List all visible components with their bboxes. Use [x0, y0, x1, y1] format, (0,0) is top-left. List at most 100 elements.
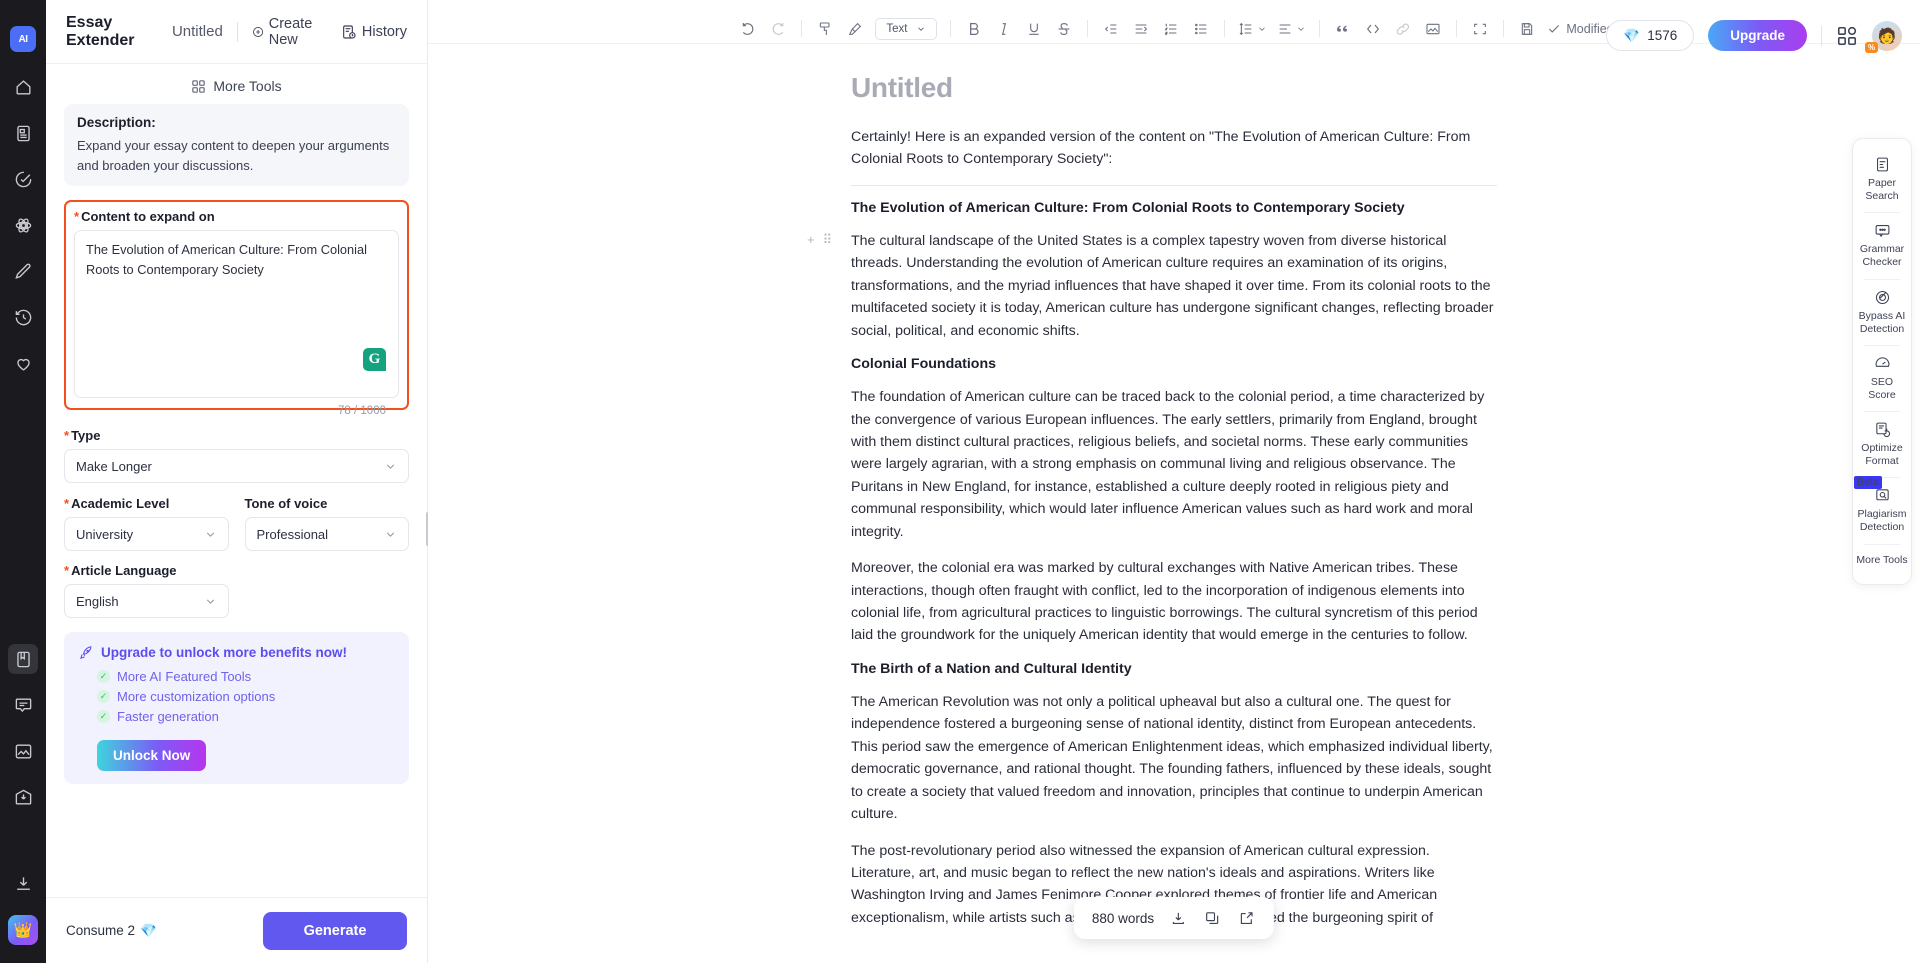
word-count-bar: 880 words — [1073, 897, 1275, 939]
required-asterisk: * — [64, 428, 70, 443]
save-button[interactable] — [1513, 16, 1541, 42]
image-button[interactable] — [1419, 16, 1447, 42]
history-clock-icon[interactable] — [8, 302, 38, 332]
doc-name-label[interactable]: Untitled — [172, 23, 223, 40]
required-asterisk: * — [74, 209, 80, 224]
link-button[interactable] — [1389, 16, 1417, 42]
more-tools-button[interactable]: More Tools — [64, 64, 409, 104]
indent-button[interactable] — [1127, 16, 1155, 42]
paragraph-handles[interactable]: + ⠿ — [807, 232, 832, 248]
document-body[interactable]: Untitled Certainly! Here is an expanded … — [807, 72, 1497, 963]
content-field-label: * Content to expand on — [74, 209, 399, 224]
align-button[interactable] — [1273, 16, 1310, 42]
tool-form-panel: Essay Extender Untitled Create New Histo… — [46, 0, 430, 963]
grammar-checker-tool[interactable]: Grammar Checker — [1853, 213, 1911, 278]
bypass-ai-tool[interactable]: Bypass AI Detection — [1853, 280, 1911, 345]
chat-bubble-icon[interactable] — [8, 690, 38, 720]
undo-button[interactable] — [734, 16, 762, 42]
document-paragraph[interactable]: The foundation of American culture can b… — [851, 386, 1497, 543]
generate-button[interactable]: Generate — [263, 911, 407, 950]
app-root: AI 👑 Essay Extender Untitled Create New … — [0, 0, 1920, 963]
clear-format-icon[interactable] — [841, 16, 869, 42]
image-icon[interactable] — [8, 736, 38, 766]
pencil-icon[interactable] — [8, 256, 38, 286]
create-new-button[interactable]: Create New — [252, 16, 327, 48]
word-count-label: 880 words — [1091, 910, 1155, 926]
document-title[interactable]: Untitled — [851, 72, 1497, 104]
check-icon: ✓ — [97, 710, 110, 723]
optimize-format-tool[interactable]: Optimize Format — [1853, 412, 1911, 477]
redo-button[interactable] — [764, 16, 792, 42]
drag-block-icon[interactable]: ⠿ — [823, 232, 833, 248]
share-icon[interactable] — [1236, 908, 1256, 928]
book-icon[interactable] — [8, 644, 38, 674]
promo-benefit: ✓ More AI Featured Tools — [79, 669, 394, 684]
academic-level-select[interactable]: University — [64, 517, 229, 551]
upgrade-button[interactable]: Upgrade — [1708, 20, 1807, 51]
academic-level-label: * Academic Level — [64, 496, 229, 511]
document-paragraph[interactable]: Moreover, the colonial era was marked by… — [851, 557, 1497, 647]
grammar-checker-label: Grammar Checker — [1859, 243, 1905, 269]
avatar[interactable]: 🧑 % — [1865, 20, 1902, 53]
plus-circle-icon — [252, 26, 263, 37]
app-logo[interactable]: AI — [10, 26, 36, 52]
document-scroll[interactable]: Untitled Certainly! Here is an expanded … — [428, 44, 1920, 963]
description-box: Description: Expand your essay content t… — [64, 104, 409, 186]
content-textarea[interactable]: The Evolution of American Culture: From … — [74, 230, 399, 417]
gem-balance-button[interactable]: 💎 1576 — [1606, 20, 1695, 51]
format-painter-icon[interactable] — [811, 16, 839, 42]
unlock-now-button[interactable]: Unlock Now — [97, 740, 207, 771]
history-button[interactable]: History — [341, 24, 407, 40]
code-button[interactable] — [1359, 16, 1387, 42]
apps-grid-icon[interactable] — [1836, 25, 1858, 47]
ordered-list-button[interactable] — [1157, 16, 1185, 42]
plagiarism-icon — [1875, 489, 1889, 501]
documents-icon[interactable] — [8, 118, 38, 148]
atom-icon[interactable] — [8, 210, 38, 240]
toolbar-divider — [1821, 25, 1822, 46]
quote-button[interactable] — [1329, 16, 1357, 42]
fullscreen-button[interactable] — [1466, 16, 1494, 42]
download-icon[interactable] — [1168, 908, 1188, 928]
language-select[interactable]: English — [64, 584, 229, 618]
style-select[interactable]: Text — [875, 17, 938, 40]
underline-button[interactable] — [1020, 16, 1048, 42]
document-paragraph[interactable]: The American Revolution was not only a p… — [851, 691, 1497, 826]
gem-count: 1576 — [1647, 28, 1678, 43]
home-icon[interactable] — [8, 72, 38, 102]
document-paragraph[interactable]: The cultural landscape of the United Sta… — [851, 230, 1497, 342]
add-block-icon[interactable]: + — [807, 232, 815, 248]
description-label: Description: — [77, 115, 156, 130]
copy-icon[interactable] — [1202, 908, 1222, 928]
academic-level-value: University — [76, 526, 134, 542]
outdent-button[interactable] — [1097, 16, 1125, 42]
avatar-image: 🧑 — [1877, 27, 1897, 45]
paper-search-tool[interactable]: Paper Search — [1853, 147, 1911, 212]
document-heading[interactable]: The Evolution of American Culture: From … — [851, 200, 1497, 216]
tone-label-text: Tone of voice — [244, 496, 328, 511]
crown-icon[interactable]: 👑 — [8, 915, 38, 945]
right-tools-panel: Paper Search Grammar Checker Bypass AI D… — [1852, 138, 1912, 585]
inbox-download-icon[interactable] — [8, 782, 38, 812]
grammarly-icon[interactable]: G — [363, 348, 386, 371]
bullet-list-button[interactable] — [1187, 16, 1215, 42]
italic-button[interactable] — [990, 16, 1018, 42]
checkmark-circle-icon[interactable] — [8, 164, 38, 194]
download-icon[interactable] — [8, 869, 38, 899]
strikethrough-button[interactable] — [1050, 16, 1078, 42]
bold-button[interactable] — [960, 16, 988, 42]
document-heading[interactable]: The Birth of a Nation and Cultural Ident… — [851, 661, 1497, 677]
tone-select[interactable]: Professional — [244, 517, 409, 551]
save-status[interactable]: Modified — [1547, 22, 1614, 36]
bypass-ai-label: Bypass AI Detection — [1858, 309, 1906, 335]
char-counter: 78 / 1000 — [338, 405, 386, 417]
more-tools-right[interactable]: More Tools — [1853, 545, 1911, 576]
type-select[interactable]: Make Longer — [64, 449, 409, 483]
language-block: * Article Language English — [64, 563, 409, 618]
seo-score-tool[interactable]: SEO Score — [1853, 346, 1911, 411]
plagiarism-detection-tool[interactable]: Beta Plagiarism Detection — [1853, 476, 1911, 543]
document-paragraph[interactable]: Certainly! Here is an expanded version o… — [851, 126, 1497, 171]
heart-icon[interactable] — [8, 348, 38, 378]
line-height-button[interactable] — [1234, 16, 1271, 42]
document-heading[interactable]: Colonial Foundations — [851, 356, 1497, 372]
